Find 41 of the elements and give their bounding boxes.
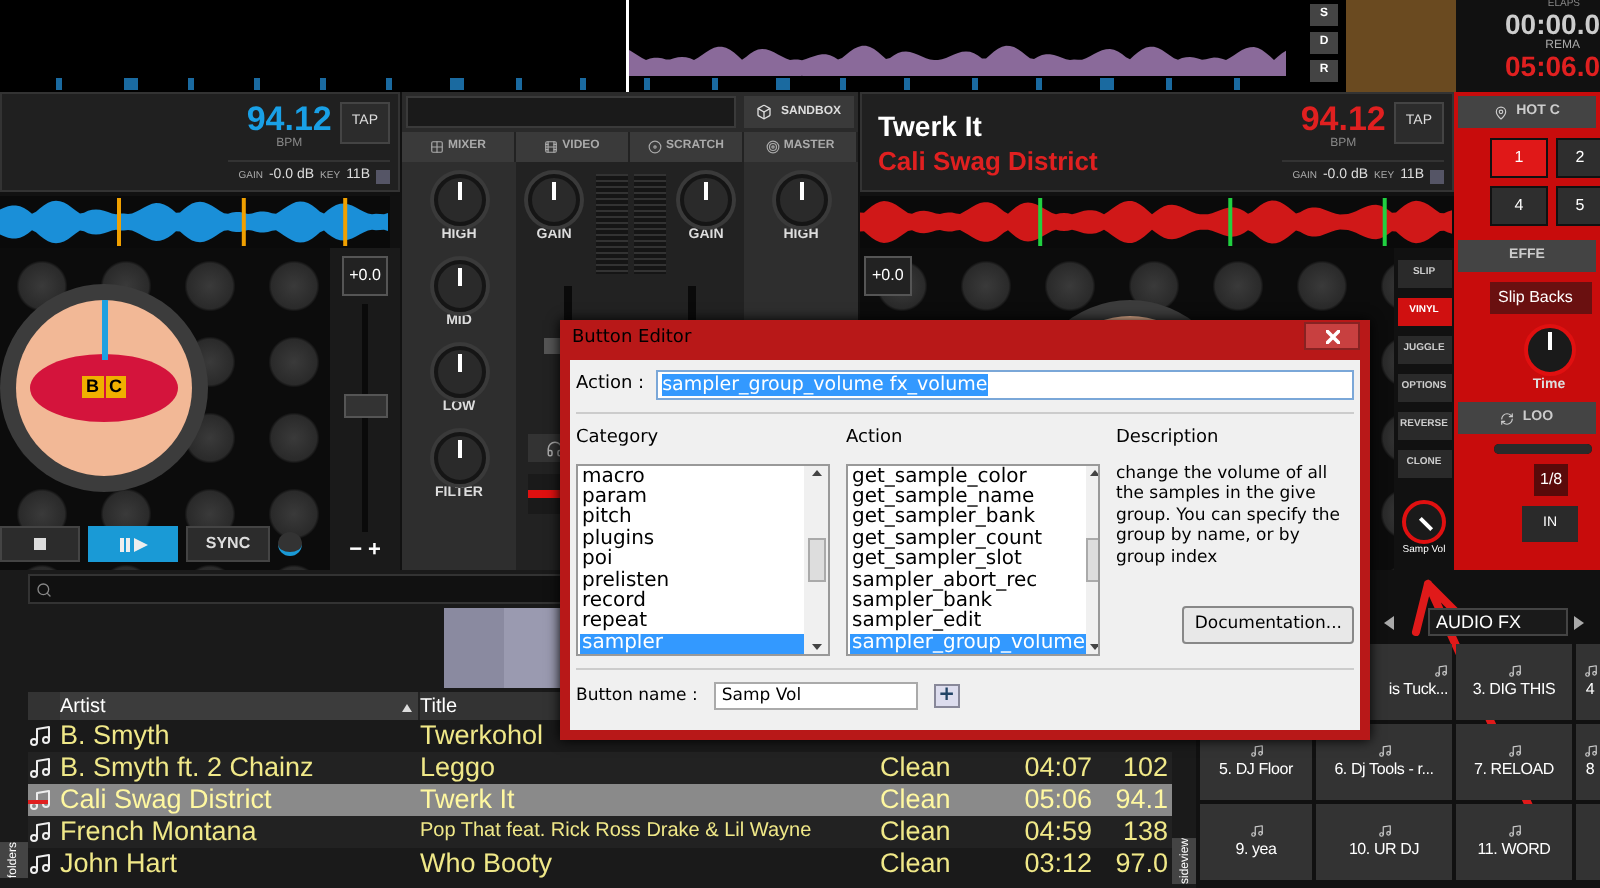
logo-letter: C bbox=[105, 375, 126, 399]
bpm-value: 94.12 bbox=[1300, 102, 1386, 136]
dialog-title: Button Editor bbox=[570, 326, 692, 353]
pitch-value: +0.0 bbox=[864, 256, 912, 296]
artist-cell-text: Cali Swag District bbox=[60, 786, 274, 814]
table-cell-text: 04:59 bbox=[1022, 818, 1094, 846]
track-artist: Cali Swag District bbox=[878, 147, 1100, 173]
table-cell-text: 94.1 bbox=[1113, 786, 1170, 814]
artist-cell-text: John Hart bbox=[60, 850, 180, 878]
column-header-label: Title bbox=[420, 694, 458, 722]
pitch-value: +0.0 bbox=[341, 256, 389, 296]
title-cell-text: Who Booty bbox=[420, 850, 555, 878]
artist-cell-text: B. Smyth ft. 2 Chainz bbox=[60, 754, 316, 782]
action-label: Action : bbox=[576, 371, 645, 398]
title-cell-text: Twerk It bbox=[420, 786, 517, 814]
table-cell-text: Clean bbox=[880, 850, 953, 878]
description-label: Description bbox=[1116, 426, 1221, 452]
logo-letter: B bbox=[82, 375, 103, 399]
title-cell-text: Leggo bbox=[420, 754, 498, 782]
track-title: Twerk It bbox=[878, 111, 984, 139]
table-cell-text: 04:07 bbox=[1022, 754, 1094, 782]
bpm-value: 94.12 bbox=[246, 102, 332, 136]
table-cell-text: 03:12 bbox=[1022, 850, 1094, 878]
table-cell-text: 102 bbox=[1120, 754, 1170, 782]
elapsed-time: 00:00.0 bbox=[1505, 10, 1600, 38]
table-cell-text: Clean bbox=[880, 754, 953, 782]
table-cell-text: Clean bbox=[880, 786, 953, 814]
remain-time: 05:06.0 bbox=[1505, 52, 1600, 80]
table-cell-text: 138 bbox=[1120, 818, 1170, 846]
button-name-label: Button name : bbox=[576, 683, 698, 710]
action-list-label: Action bbox=[846, 426, 905, 452]
title-cell-text: Twerkohol bbox=[420, 722, 546, 750]
artist-cell-text: French Montana bbox=[60, 818, 259, 846]
title-cell-text: Pop That feat. Rick Ross Drake & Lil Wayne bbox=[420, 822, 814, 842]
table-cell-text: Clean bbox=[880, 818, 953, 846]
category-label: Category bbox=[576, 426, 661, 452]
table-cell-text: 97.0 bbox=[1113, 850, 1170, 878]
artist-cell-text: B. Smyth bbox=[60, 722, 172, 750]
column-header-label: Artist bbox=[60, 694, 106, 722]
table-cell-text: 05:06 bbox=[1022, 786, 1094, 814]
description-text: change the volume of all the samples in the give group. You can specify the group by name, or by group index bbox=[1116, 463, 1343, 568]
